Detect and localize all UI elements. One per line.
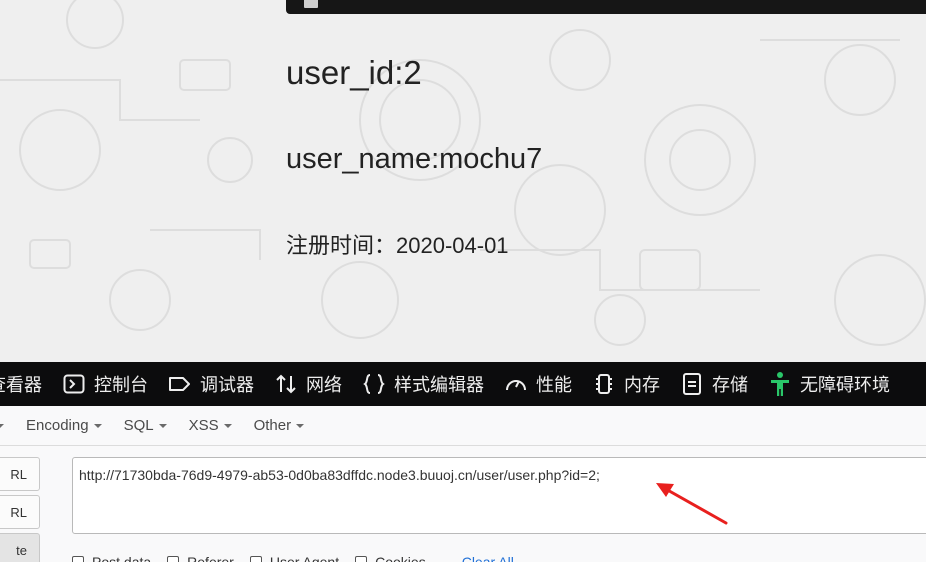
tab-network[interactable]: 网络 xyxy=(264,362,352,406)
web-page-content: user_id:2 user_name:mochu7 注册时间：2020-04-… xyxy=(0,0,926,362)
user-id-text: user_id:2 xyxy=(286,54,422,91)
storage-icon xyxy=(680,372,704,396)
menu-label: XSS xyxy=(188,417,219,434)
tab-debugger[interactable]: 调试器 xyxy=(158,362,264,406)
devtools-toolbar: 查看器 控制台 调试器 网络 样式编辑器 性能 内存 xyxy=(0,362,926,406)
tab-label: 存储 xyxy=(712,375,748,395)
performance-icon xyxy=(504,372,528,396)
tab-label: 性能 xyxy=(536,375,572,395)
menu-encoding[interactable]: Encoding xyxy=(26,417,102,434)
checkbox-box xyxy=(355,556,368,562)
referer-checkbox[interactable]: Referer xyxy=(167,554,234,562)
tab-label: 控制台 xyxy=(94,375,148,395)
menu-label: Encoding xyxy=(26,417,89,434)
tab-label: 内存 xyxy=(624,375,660,395)
user-name-text: user_name:mochu7 xyxy=(286,143,543,175)
execute-button[interactable]: te xyxy=(0,533,40,562)
tab-memory[interactable]: 内存 xyxy=(582,362,670,406)
url-input[interactable]: http://71730bda-76d9-4979-ab53-0d0ba83df… xyxy=(72,457,926,534)
tab-label: 网络 xyxy=(306,375,342,395)
top-dark-bar xyxy=(286,0,926,14)
style-editor-icon xyxy=(362,372,386,396)
tab-console[interactable]: 控制台 xyxy=(52,362,158,406)
hackbar-menu: Encoding SQL XSS Other xyxy=(0,406,926,446)
clear-all-link[interactable]: Clear All xyxy=(462,554,514,562)
tab-label: 样式编辑器 xyxy=(394,375,484,395)
menu-label: Other xyxy=(253,417,292,434)
menu-other[interactable]: Other xyxy=(254,417,305,434)
memory-icon xyxy=(592,372,616,396)
checkbox-box xyxy=(249,556,262,562)
menu-sql[interactable]: SQL xyxy=(124,417,167,434)
checkbox-label: Cookies xyxy=(375,554,426,562)
network-icon xyxy=(274,372,298,396)
chevron-down-icon xyxy=(223,423,232,428)
checkbox-box xyxy=(72,556,84,562)
user-agent-checkbox[interactable]: User Agent xyxy=(249,554,340,562)
annotation-arrow-icon xyxy=(656,483,728,525)
hackbar-panel: Encoding SQL XSS Other RL RL te http://7… xyxy=(0,406,926,562)
tab-style-editor[interactable]: 样式编辑器 xyxy=(352,362,494,406)
checkbox-label: User Agent xyxy=(269,554,340,562)
post-data-checkbox[interactable]: Post data xyxy=(72,554,151,562)
checkbox-label: Post data xyxy=(92,554,152,562)
tab-performance[interactable]: 性能 xyxy=(494,362,582,406)
menu-label: SQL xyxy=(123,417,154,434)
tab-label: 无障碍环境 xyxy=(800,375,890,395)
tab-label: 调试器 xyxy=(200,375,254,395)
console-icon xyxy=(62,372,86,396)
chevron-down-icon[interactable] xyxy=(0,423,4,428)
chevron-down-icon xyxy=(296,423,305,428)
tab-label: 查看器 xyxy=(0,375,42,395)
hackbar-options: Post data Referer User Agent Cookies Cle… xyxy=(72,554,514,562)
accessibility-icon xyxy=(768,372,792,396)
tab-inspector[interactable]: 查看器 xyxy=(0,362,52,406)
tab-storage[interactable]: 存储 xyxy=(670,362,758,406)
chevron-down-icon xyxy=(93,423,102,428)
tab-accessibility[interactable]: 无障碍环境 xyxy=(758,362,900,406)
bar-square-icon xyxy=(304,0,318,8)
chevron-down-icon xyxy=(158,423,167,428)
split-url-button[interactable]: RL xyxy=(0,495,40,529)
menu-xss[interactable]: XSS xyxy=(189,417,232,434)
gear-pattern-background xyxy=(0,0,926,346)
load-url-button[interactable]: RL xyxy=(0,457,40,491)
cookies-checkbox[interactable]: Cookies xyxy=(355,554,426,562)
checkbox-box xyxy=(167,556,180,562)
register-time-text: 注册时间：2020-04-01 xyxy=(286,233,509,258)
checkbox-label: Referer xyxy=(187,554,234,562)
debugger-icon xyxy=(168,372,192,396)
